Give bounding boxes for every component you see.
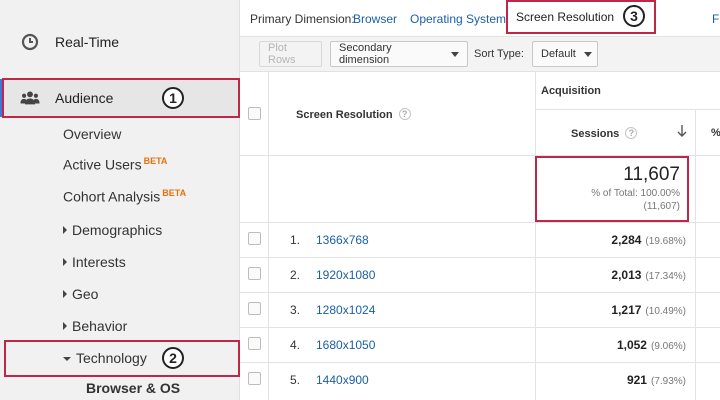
sidebar-item-label: Geo bbox=[72, 286, 99, 302]
triangle-right-icon bbox=[63, 226, 67, 234]
sidebar-item-realtime[interactable]: Real-Time bbox=[0, 24, 240, 60]
triangle-right-icon bbox=[63, 290, 67, 298]
secondary-dimension-dropdown[interactable]: Secondary dimension bbox=[330, 41, 468, 67]
callout-badge-3: 3 bbox=[623, 5, 645, 27]
row-number: 1. bbox=[290, 233, 301, 247]
row-checkbox[interactable] bbox=[248, 302, 261, 315]
primary-dimension-bar: Primary Dimension: Browser Operating Sys… bbox=[240, 0, 720, 36]
chevron-down-icon bbox=[451, 51, 459, 57]
callout-badge-1: 1 bbox=[162, 87, 184, 109]
help-icon[interactable]: ? bbox=[398, 108, 411, 120]
row-divider bbox=[240, 222, 720, 223]
column-header-label: Sessions bbox=[571, 128, 620, 140]
row-number: 3. bbox=[290, 303, 301, 317]
row-sessions-value: 1,217 (10.49%) bbox=[611, 303, 686, 317]
sidebar-item-active-users[interactable]: Active Users BETA bbox=[63, 156, 167, 173]
row-dimension-link[interactable]: 1280x1024 bbox=[316, 303, 375, 317]
table-toolbar: Plot Rows Secondary dimension Sort Type:… bbox=[240, 36, 720, 72]
sort-type-label: Sort Type: bbox=[474, 48, 524, 60]
row-divider bbox=[535, 109, 720, 110]
row-divider bbox=[240, 292, 720, 293]
sidebar-item-label: Interests bbox=[72, 254, 126, 270]
help-icon[interactable]: ? bbox=[625, 127, 638, 139]
dimension-link-operating-system[interactable]: Operating System bbox=[410, 12, 506, 26]
column-header-screen-resolution[interactable]: Screen Resolution? bbox=[296, 108, 411, 121]
data-table: Screen Resolution? Acquisition Sessions?… bbox=[240, 72, 720, 400]
row-number: 4. bbox=[290, 338, 301, 352]
sessions-count: 2,013 bbox=[611, 268, 642, 282]
row-number: 2. bbox=[290, 268, 301, 282]
sidebar-item-label: Demographics bbox=[72, 222, 163, 238]
column-divider bbox=[268, 72, 269, 400]
sidebar-item-label: Active Users bbox=[63, 156, 142, 173]
row-dimension-link[interactable]: 1920x1080 bbox=[316, 268, 375, 282]
row-sessions-value: 1,052 (9.06%) bbox=[617, 338, 686, 352]
row-divider bbox=[240, 257, 720, 258]
column-group-acquisition: Acquisition bbox=[541, 85, 601, 97]
row-dimension-link[interactable]: 1366x768 bbox=[316, 233, 369, 247]
sessions-percent: (17.34%) bbox=[645, 271, 686, 282]
highlight-technology bbox=[4, 340, 240, 377]
row-divider bbox=[240, 362, 720, 363]
select-all-checkbox[interactable] bbox=[248, 107, 261, 120]
dimension-link-more[interactable]: F bbox=[712, 12, 719, 26]
dimension-link-browser[interactable]: Browser bbox=[353, 12, 397, 26]
sidebar-item-cohort-analysis[interactable]: Cohort Analysis BETA bbox=[63, 188, 186, 205]
sessions-total-absolute: (11,607) bbox=[643, 201, 680, 212]
row-checkbox[interactable] bbox=[248, 232, 261, 245]
row-sessions-value: 921 (7.93%) bbox=[627, 373, 686, 387]
sessions-total-value: 11,607 bbox=[623, 164, 680, 185]
sidebar-item-interests[interactable]: Interests bbox=[63, 254, 126, 270]
sessions-count: 921 bbox=[626, 373, 647, 387]
sidebar-item-demographics[interactable]: Demographics bbox=[63, 222, 162, 238]
column-header-next: % bbox=[711, 127, 720, 139]
column-header-label: Screen Resolution bbox=[296, 109, 393, 121]
plot-rows-button[interactable]: Plot Rows bbox=[259, 41, 322, 67]
dropdown-label: Secondary dimension bbox=[339, 42, 392, 66]
sidebar-item-label: Behavior bbox=[72, 318, 128, 334]
column-divider bbox=[535, 72, 536, 400]
row-divider bbox=[240, 327, 720, 328]
sessions-percent: (10.49%) bbox=[645, 306, 686, 317]
sidebar-item-geo[interactable]: Geo bbox=[63, 286, 98, 302]
sidebar-item-overview[interactable]: Overview bbox=[63, 126, 121, 142]
sidebar-item-label: Cohort Analysis bbox=[63, 188, 161, 205]
row-dimension-link[interactable]: 1680x1050 bbox=[316, 338, 375, 352]
sessions-percent: (19.68%) bbox=[645, 236, 686, 247]
row-checkbox[interactable] bbox=[248, 372, 261, 385]
sessions-percent: (7.93%) bbox=[650, 376, 686, 387]
row-checkbox[interactable] bbox=[248, 267, 261, 280]
beta-badge: BETA bbox=[162, 188, 187, 198]
column-divider bbox=[695, 110, 696, 400]
primary-dimension-label: Primary Dimension: bbox=[250, 12, 355, 26]
sidebar-item-label: Real-Time bbox=[55, 34, 120, 50]
sessions-percent: (9.06%) bbox=[650, 341, 686, 352]
dropdown-label: Default bbox=[541, 48, 576, 60]
callout-badge-2: 2 bbox=[162, 347, 184, 369]
sort-type-dropdown[interactable]: Default bbox=[532, 41, 598, 67]
clock-icon bbox=[20, 32, 40, 52]
highlight-audience bbox=[2, 78, 240, 118]
row-number: 5. bbox=[290, 373, 301, 387]
sessions-count: 2,284 bbox=[611, 233, 642, 247]
sessions-count: 1,052 bbox=[616, 338, 647, 352]
column-header-sessions[interactable]: Sessions? bbox=[571, 127, 638, 140]
row-dimension-link[interactable]: 1440x900 bbox=[316, 373, 369, 387]
sort-descending-icon[interactable] bbox=[677, 124, 687, 143]
sidebar-item-behavior[interactable]: Behavior bbox=[63, 318, 127, 334]
row-sessions-value: 2,013 (17.34%) bbox=[611, 268, 686, 282]
sessions-count: 1,217 bbox=[611, 303, 642, 317]
triangle-right-icon bbox=[63, 322, 67, 330]
row-sessions-value: 2,284 (19.68%) bbox=[611, 233, 686, 247]
triangle-right-icon bbox=[63, 258, 67, 266]
sidebar-item-browser-os[interactable]: Browser & OS bbox=[86, 380, 180, 396]
chevron-down-icon bbox=[583, 51, 592, 57]
dimension-tab-label: Screen Resolution bbox=[516, 10, 615, 24]
row-checkbox[interactable] bbox=[248, 337, 261, 350]
beta-badge: BETA bbox=[143, 156, 168, 166]
sessions-total-percent: % of Total: 100.00% bbox=[591, 188, 680, 199]
